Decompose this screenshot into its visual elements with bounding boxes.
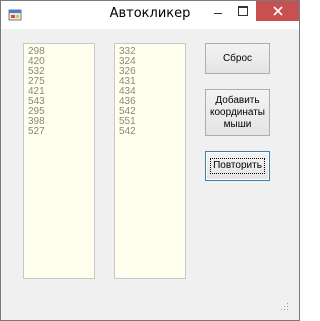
minimize-button[interactable] — [206, 1, 230, 21]
repeat-button-label: Повторить — [210, 158, 265, 174]
close-button[interactable] — [256, 1, 299, 21]
maximize-icon — [238, 6, 248, 16]
x-coordinates-listbox[interactable]: 298 420 532 275 421 543 295 398 527 — [23, 43, 95, 279]
reset-button[interactable]: Сброс — [205, 43, 270, 74]
autoclicker-window: Автокликер 298 420 532 275 421 543 295 3… — [0, 0, 300, 321]
resize-grip-icon[interactable] — [279, 301, 289, 311]
list-item[interactable]: 527 — [28, 127, 90, 137]
y-coordinates-listbox[interactable]: 332 324 326 431 434 436 542 551 542 — [114, 43, 186, 279]
close-icon — [272, 6, 283, 16]
repeat-button[interactable]: Повторить — [205, 151, 270, 181]
maximize-button[interactable] — [231, 1, 255, 21]
title-bar[interactable]: Автокликер — [1, 1, 299, 29]
client-area: 298 420 532 275 421 543 295 398 527 332 … — [9, 30, 291, 313]
add-mouse-coordinates-button[interactable]: Добавить координаты мыши — [205, 89, 270, 136]
minimize-icon — [214, 12, 222, 14]
list-item[interactable]: 542 — [119, 127, 181, 137]
